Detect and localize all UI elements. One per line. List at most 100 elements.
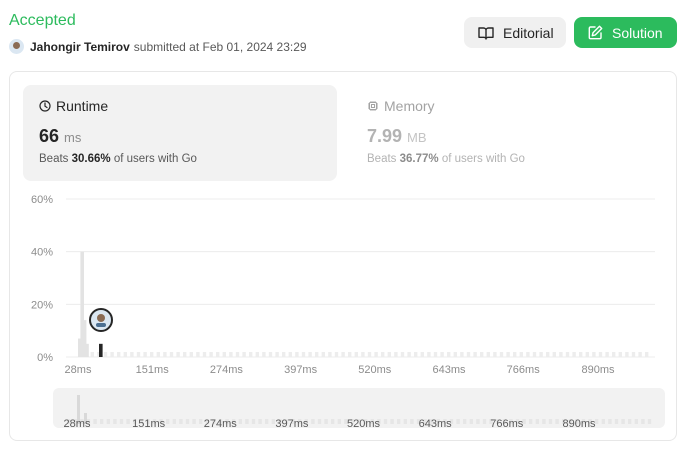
brush-overview[interactable]: 28ms 151ms 274ms 397ms 520ms 643ms 766ms 890ms [53, 388, 665, 428]
stats-panel: Runtime 66 ms Beats 30.66% of users with… [9, 71, 677, 441]
my-submission-marker [89, 308, 113, 332]
empty-bin [202, 352, 207, 357]
empty-bin [282, 352, 286, 357]
memory-unit: MB [407, 130, 427, 145]
empty-bin [183, 352, 187, 357]
empty-bin [598, 352, 603, 357]
empty-bin [618, 352, 622, 357]
empty-bin [374, 352, 378, 357]
my-runtime-bar [99, 343, 103, 357]
memory-beats: Beats 36.77% of users with Go [367, 153, 649, 165]
empty-bin [222, 352, 226, 357]
avatar[interactable] [9, 39, 24, 54]
brush-bin [119, 419, 124, 424]
empty-bin [565, 352, 570, 357]
username-link[interactable]: Jahongir Temirov [30, 40, 130, 54]
empty-bin [605, 352, 609, 357]
empty-bin [420, 352, 424, 357]
brush-bin [199, 419, 203, 424]
brush-bin [93, 419, 97, 424]
brush-bin [410, 419, 414, 424]
empty-bin [136, 352, 141, 357]
editorial-label: Editorial [503, 24, 554, 41]
brush-bin [166, 419, 170, 424]
marker-shirt [96, 323, 106, 327]
x-tick-label: 766ms [507, 364, 541, 376]
memory-card[interactable]: Memory 7.99 MB Beats 36.77% of users wit… [351, 85, 665, 181]
brush-bin [529, 419, 533, 424]
empty-bin [645, 352, 649, 357]
x-tick-label: 520ms [358, 364, 392, 376]
empty-bin [216, 352, 220, 357]
solution-button[interactable]: Solution [574, 17, 677, 48]
editorial-button[interactable]: Editorial [464, 17, 566, 48]
brush-tick-label: 274ms [204, 418, 238, 428]
empty-bin [546, 352, 550, 357]
empty-bin [394, 352, 398, 357]
empty-bin [367, 352, 372, 357]
brush-bin [634, 419, 638, 424]
empty-bin [176, 352, 180, 357]
memory-beats-prefix: Beats [367, 153, 397, 165]
brush-bin [337, 419, 341, 424]
empty-bin [315, 352, 319, 357]
empty-bin [638, 352, 642, 357]
empty-bin [572, 352, 576, 357]
empty-bin [117, 352, 121, 357]
brush-tick-label: 151ms [132, 418, 166, 428]
runtime-card[interactable]: Runtime 66 ms Beats 30.66% of users with… [23, 85, 337, 181]
runtime-value: 66 [39, 126, 60, 146]
brush-bin [331, 419, 335, 424]
brush-bin [179, 419, 183, 424]
brush-tick-label: 643ms [419, 418, 453, 428]
empty-bin [275, 352, 279, 357]
x-tick-label: 151ms [136, 364, 170, 376]
brush-bin [482, 419, 487, 424]
brush-bin [172, 419, 176, 424]
empty-bin [592, 352, 596, 357]
brush-bin [456, 419, 460, 424]
brush-bin [397, 419, 401, 424]
empty-bin [381, 352, 385, 357]
empty-bin [631, 352, 636, 357]
runtime-distribution-chart[interactable]: 60% 40% 20% 0% 28ms 151ms 274ms 397ms 520ms 643ms… [10, 182, 678, 382]
empty-bin [493, 352, 497, 357]
x-tick-label: 274ms [210, 364, 244, 376]
clock-icon [39, 100, 51, 112]
brush-bin [555, 419, 559, 424]
empty-bin [348, 352, 352, 357]
empty-bin [130, 352, 134, 357]
empty-bin [295, 352, 299, 357]
submission-meta: Jahongir Temirov submitted at Feb 01, 20… [9, 39, 307, 54]
empty-bin [123, 352, 127, 357]
y-tick-label: 40% [31, 247, 53, 259]
empty-bin [400, 352, 405, 357]
chip-icon [368, 101, 378, 111]
brush-bin [476, 419, 480, 424]
empty-bin [559, 352, 563, 357]
brush-bin [542, 419, 546, 424]
empty-bin [268, 352, 273, 357]
brush-bin [192, 419, 196, 424]
memory-beats-suffix: of users with Go [441, 153, 525, 165]
brush-bin [403, 419, 407, 424]
empty-bin [460, 352, 464, 357]
empty-bin [249, 352, 253, 357]
empty-bin [612, 352, 616, 357]
empty-bin [407, 352, 411, 357]
brush-bin [608, 419, 612, 424]
y-tick-label: 20% [31, 299, 53, 311]
empty-bin [288, 352, 292, 357]
empty-bin [552, 352, 556, 357]
empty-bin [532, 352, 537, 357]
empty-bin [321, 352, 325, 357]
brush-bin [383, 419, 388, 424]
book-icon [478, 26, 494, 40]
empty-bin [585, 352, 589, 357]
memory-title: Memory [384, 98, 435, 114]
brush-bin [238, 419, 242, 424]
empty-bin [519, 352, 523, 357]
x-tick-label: 643ms [432, 364, 466, 376]
empty-bin [473, 352, 477, 357]
brush-bin [548, 419, 553, 424]
